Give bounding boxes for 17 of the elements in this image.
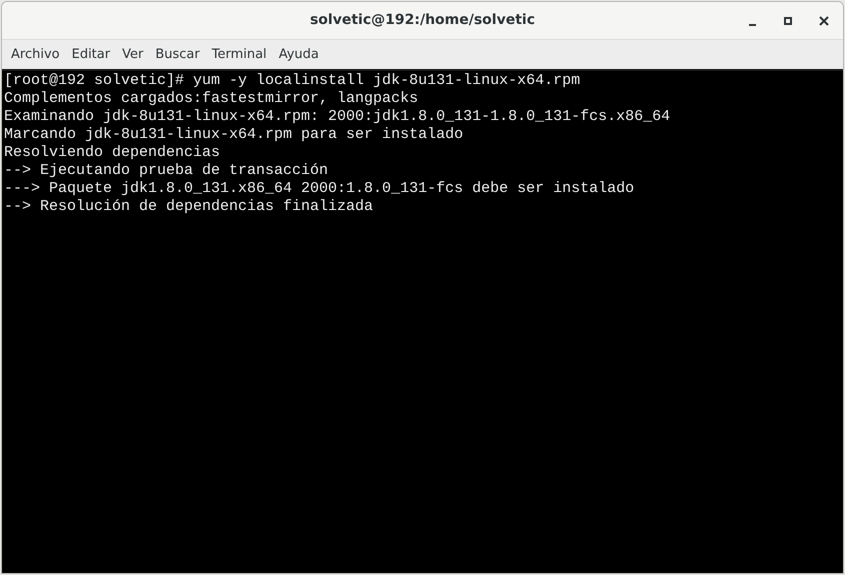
maximize-button[interactable] (781, 14, 795, 28)
menu-item[interactable]: Editar (66, 44, 116, 64)
terminal-line: --> Resolución de dependencias finalizada (4, 198, 374, 216)
terminal-line: Resolviendo dependencias (4, 144, 222, 162)
terminal-line: Complementos cargados:fastestmirror, langpacks (4, 90, 420, 108)
terminal-line: Marcando jdk-8u131-linux-x64.rpm para ser instalado (4, 126, 464, 144)
terminal-line: ---> Paquete jdk1.8.0_131.x86_64 2000:1.8.0_131-fcs debe ser instalado (4, 180, 636, 198)
terminal-line: --> Ejecutando prueba de transacción (4, 162, 330, 180)
close-button[interactable] (817, 14, 831, 28)
terminal-line: [root@192 solvetic]# yum -y localinstall jdk-8u131-linux-x64.rpm (4, 72, 582, 90)
window-title: solvetic@192:/home/solvetic (310, 11, 536, 30)
menu-item[interactable]: Terminal (206, 44, 273, 64)
menu-item[interactable]: Ver (116, 44, 150, 64)
terminal-line: Examinando jdk-8u131-linux-x64.rpm: 2000:jdk1.8.0_131-1.8.0_131-fcs.x86_64 (4, 108, 672, 126)
menu-item[interactable]: Buscar (149, 44, 206, 64)
menu-item[interactable]: Archivo (5, 44, 66, 64)
menu-item[interactable]: Ayuda (272, 44, 325, 64)
